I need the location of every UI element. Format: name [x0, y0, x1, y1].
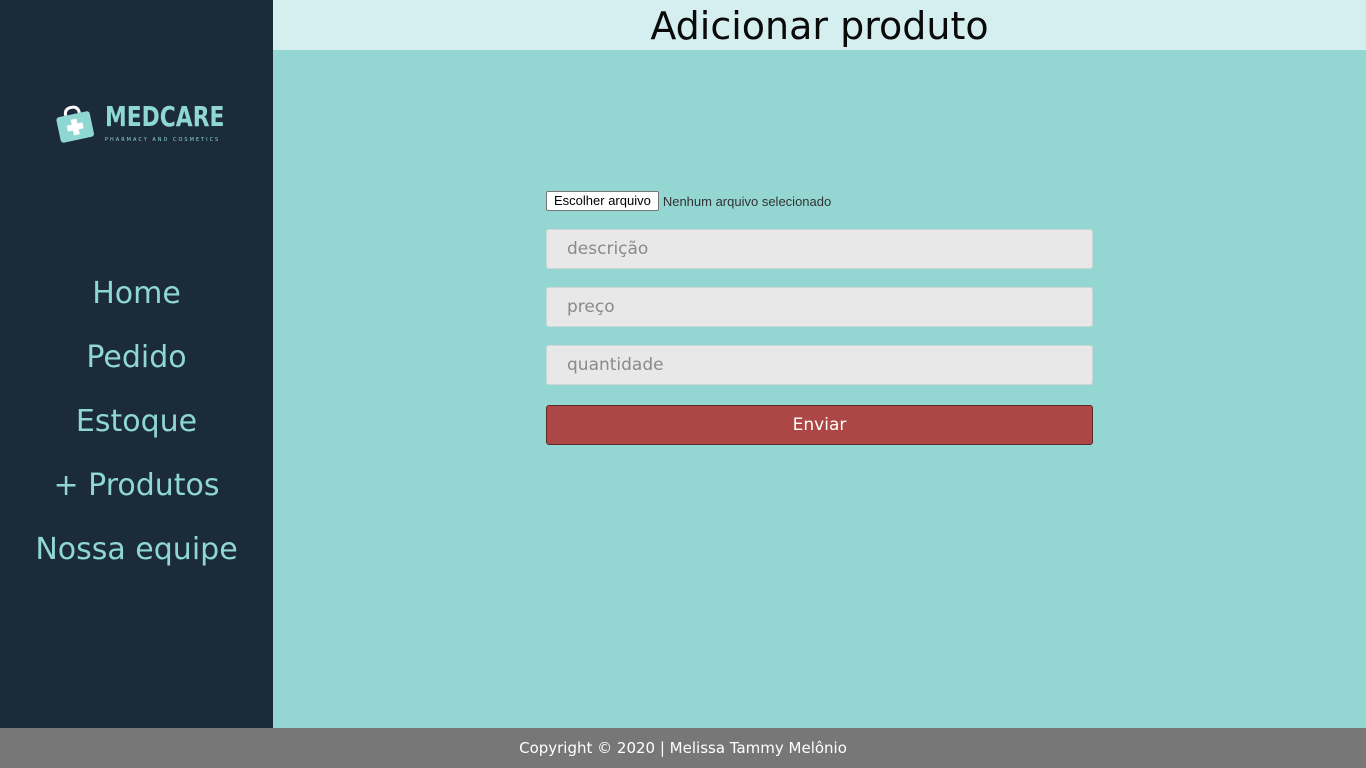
sidebar-item-nossa-equipe[interactable]: Nossa equipe — [0, 526, 273, 590]
sidebar-item-pedido[interactable]: Pedido — [0, 334, 273, 398]
description-input[interactable] — [546, 229, 1093, 269]
footer-copyright: Copyright © 2020 | Melissa Tammy Melônio — [519, 739, 847, 757]
page-title: Adicionar produto — [650, 4, 989, 48]
brand-logo[interactable]: MEDCARE PHARMACY AND COSMETICS — [54, 100, 234, 150]
brand-tagline: PHARMACY AND COSMETICS — [105, 137, 221, 143]
brand-name: MEDCARE — [105, 100, 225, 133]
sidebar-item-home[interactable]: Home — [0, 270, 273, 334]
page-footer: Copyright © 2020 | Melissa Tammy Melônio — [0, 728, 1366, 768]
medical-bag-icon — [56, 105, 94, 143]
file-input: Escolher arquivo Nenhum arquivo selecion… — [546, 190, 1093, 212]
submit-button[interactable]: Enviar — [546, 405, 1093, 445]
price-input[interactable] — [546, 287, 1093, 327]
sidebar-item-estoque[interactable]: Estoque — [0, 398, 273, 462]
choose-file-button[interactable]: Escolher arquivo — [546, 191, 659, 211]
page-header: Adicionar produto — [273, 0, 1366, 50]
quantity-input[interactable] — [546, 345, 1093, 385]
sidebar: MEDCARE PHARMACY AND COSMETICS Home Pedi… — [0, 0, 273, 728]
sidebar-item-produtos[interactable]: + Produtos — [0, 462, 273, 526]
add-product-form: Escolher arquivo Nenhum arquivo selecion… — [546, 190, 1093, 445]
app-root: MEDCARE PHARMACY AND COSMETICS Home Pedi… — [0, 0, 1366, 768]
sidebar-nav: Home Pedido Estoque + Produtos Nossa equ… — [0, 270, 273, 590]
file-status-text: Nenhum arquivo selecionado — [662, 193, 832, 209]
